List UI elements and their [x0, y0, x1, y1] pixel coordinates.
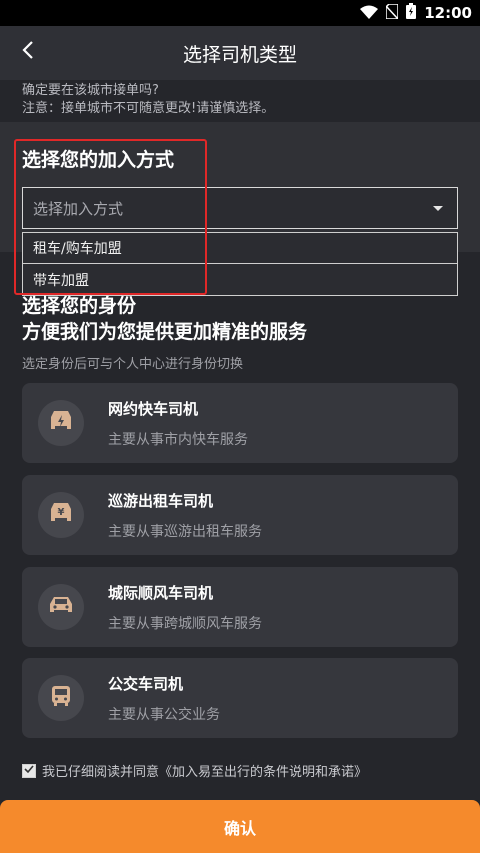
identity-title-line-1: 选择您的身份 [22, 295, 137, 317]
car-icon [47, 593, 75, 621]
status-bar: 12:00 [0, 0, 480, 26]
join-method-dropdown: 租车/购车加盟 带车加盟 [22, 232, 458, 296]
join-method-select[interactable]: 选择加入方式 [22, 187, 458, 229]
status-time: 12:00 [424, 4, 472, 22]
app-bar: 选择司机类型 [0, 26, 480, 80]
card-title: 城际顺风车司机 [108, 583, 214, 602]
identity-subtitle: 选定身份后可与个人中心进行身份切换 [22, 357, 244, 372]
join-method-placeholder: 选择加入方式 [33, 199, 124, 218]
dropdown-caret-icon [433, 206, 443, 211]
page-title: 选择司机类型 [182, 43, 297, 66]
back-button[interactable] [14, 38, 42, 66]
identity-title: 选择您的身份 方便我们为您提供更加精准的服务 [22, 293, 307, 345]
confirm-button[interactable]: 确认 [0, 800, 480, 853]
svg-text:¥: ¥ [58, 507, 65, 518]
identity-card-taxi[interactable]: ¥ 巡游出租车司机 主要从事巡游出租车服务 [22, 475, 458, 555]
wifi-icon [360, 4, 379, 23]
no-sim-icon [385, 2, 399, 23]
card-description: 主要从事巡游出租车服务 [108, 523, 262, 540]
back-arrow-icon [21, 40, 35, 64]
card-title: 巡游出租车司机 [108, 491, 214, 510]
yen-car-icon: ¥ [47, 501, 75, 529]
identity-card-intercity[interactable]: 城际顺风车司机 主要从事跨城顺风车服务 [22, 567, 458, 647]
agreement-text[interactable]: 我已仔细阅读并同意《加入易至出行的条件说明和承诺》 [42, 761, 367, 780]
icon-circle [38, 675, 84, 721]
identity-card-express[interactable]: 网约快车司机 主要从事市内快车服务 [22, 383, 458, 463]
icon-circle [38, 584, 84, 630]
card-description: 主要从事公交业务 [108, 706, 220, 723]
card-title: 公交车司机 [108, 674, 184, 693]
join-method-title: 选择您的加入方式 [22, 149, 175, 171]
card-title: 网约快车司机 [108, 399, 199, 418]
lightning-car-icon [47, 409, 75, 437]
card-description: 主要从事市内快车服务 [108, 431, 248, 448]
bus-icon [49, 684, 73, 712]
city-notice: 确定要在该城市接单吗? 注意：接单城市不可随意更改!请谨慎选择。 [22, 82, 274, 118]
identity-card-bus[interactable]: 公交车司机 主要从事公交业务 [22, 658, 458, 738]
agreement-row: 我已仔细阅读并同意《加入易至出行的条件说明和承诺》 [22, 761, 367, 780]
check-icon [24, 763, 34, 778]
icon-circle [38, 400, 84, 446]
join-option-rent-buy[interactable]: 租车/购车加盟 [22, 232, 458, 264]
join-option-own-car[interactable]: 带车加盟 [22, 264, 458, 296]
card-description: 主要从事跨城顺风车服务 [108, 615, 262, 632]
identity-title-line-2: 方便我们为您提供更加精准的服务 [22, 321, 308, 343]
notice-line-1: 确定要在该城市接单吗? [22, 83, 159, 98]
agreement-checkbox[interactable] [22, 763, 36, 778]
battery-charging-icon [406, 3, 417, 23]
notice-line-2: 注意：接单城市不可随意更改!请谨慎选择。 [22, 101, 275, 116]
icon-circle: ¥ [38, 492, 84, 538]
